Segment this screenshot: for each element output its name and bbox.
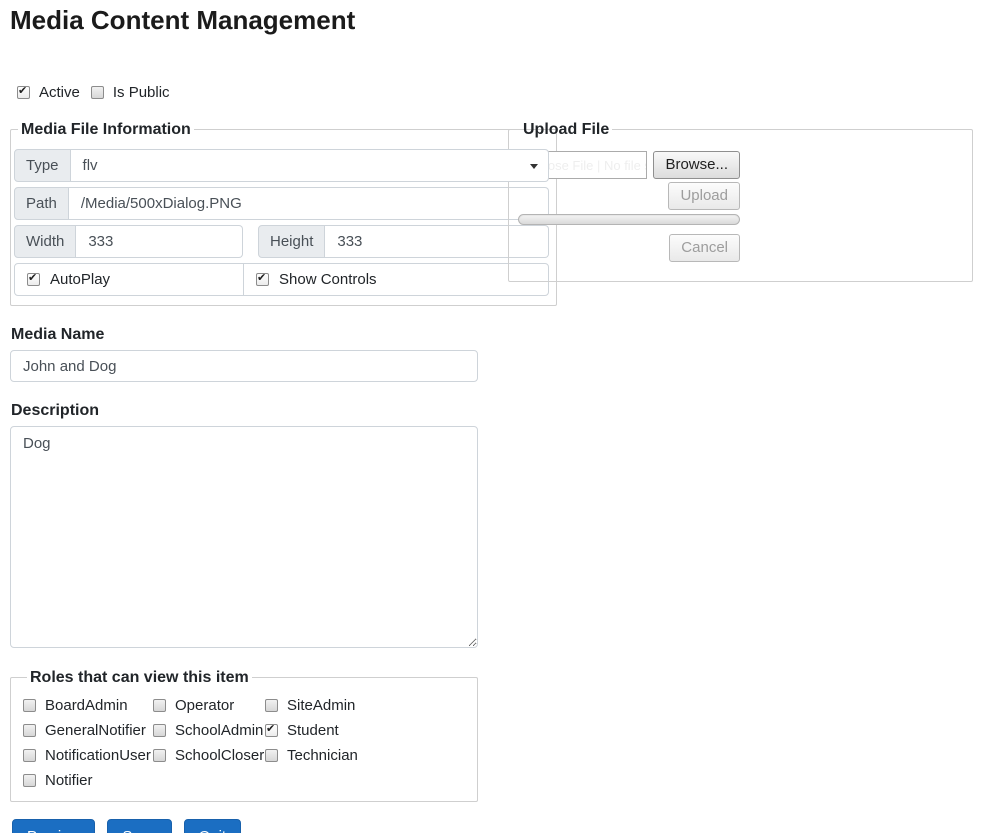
- is-public-checkbox-field[interactable]: Is Public: [91, 84, 170, 101]
- upload-progress-bar: [518, 214, 740, 225]
- quit-button[interactable]: Quit: [184, 819, 242, 833]
- role-checkbox[interactable]: [23, 724, 36, 737]
- role-item-student[interactable]: Student: [265, 722, 469, 739]
- browse-button[interactable]: Browse...: [653, 151, 740, 179]
- top-checkbox-row: Active Is Public: [10, 84, 973, 101]
- cancel-button[interactable]: Cancel: [669, 234, 740, 262]
- show-controls-checkbox-field[interactable]: Show Controls: [243, 263, 549, 296]
- height-input-group: Height: [258, 225, 549, 258]
- active-label: Active: [39, 84, 80, 101]
- path-input-group: Path: [14, 187, 549, 220]
- role-checkbox[interactable]: [153, 749, 166, 762]
- role-checkbox[interactable]: [23, 749, 36, 762]
- autoplay-checkbox-field[interactable]: AutoPlay: [14, 263, 244, 296]
- role-item-siteadmin[interactable]: SiteAdmin: [265, 697, 469, 714]
- show-controls-checkbox[interactable]: [256, 273, 269, 286]
- type-label: Type: [14, 149, 71, 182]
- role-checkbox[interactable]: [153, 699, 166, 712]
- role-checkbox[interactable]: [153, 724, 166, 737]
- role-label: Technician: [287, 747, 358, 764]
- action-buttons-row: Preview Save Quit: [10, 819, 478, 833]
- active-checkbox-field[interactable]: Active: [17, 84, 80, 101]
- width-input-group: Width: [14, 225, 243, 258]
- playback-options-row: AutoPlay Show Controls: [14, 263, 549, 296]
- upload-file-legend: Upload File: [520, 120, 612, 139]
- autoplay-checkbox[interactable]: [27, 273, 40, 286]
- role-item-operator[interactable]: Operator: [153, 697, 265, 714]
- role-item-schoolcloser[interactable]: SchoolCloser: [153, 747, 265, 764]
- role-item-notificationuser[interactable]: NotificationUser: [23, 747, 153, 764]
- path-label: Path: [14, 187, 69, 220]
- left-column: Media File Information Type flv Path Wid…: [10, 120, 478, 833]
- active-checkbox[interactable]: [17, 86, 30, 99]
- is-public-checkbox[interactable]: [91, 86, 104, 99]
- role-label: Student: [287, 722, 339, 739]
- cancel-button-row: Cancel: [517, 234, 740, 262]
- chevron-down-icon: [530, 164, 538, 169]
- autoplay-label: AutoPlay: [50, 271, 110, 288]
- role-item-notifier[interactable]: Notifier: [23, 772, 153, 789]
- type-select[interactable]: flv: [71, 149, 550, 182]
- media-name-input[interactable]: [10, 350, 478, 382]
- media-file-information-legend: Media File Information: [18, 120, 194, 139]
- preview-button[interactable]: Preview: [12, 819, 95, 833]
- role-label: Operator: [175, 697, 234, 714]
- save-button[interactable]: Save: [107, 819, 171, 833]
- role-checkbox[interactable]: [265, 699, 278, 712]
- role-label: SchoolAdmin: [175, 722, 263, 739]
- right-column: Upload File Choose File | No file select…: [508, 120, 973, 282]
- role-label: SchoolCloser: [175, 747, 264, 764]
- role-checkbox[interactable]: [23, 774, 36, 787]
- role-label: SiteAdmin: [287, 697, 355, 714]
- upload-button[interactable]: Upload: [668, 182, 740, 210]
- role-label: GeneralNotifier: [45, 722, 146, 739]
- media-file-information-fieldset: Media File Information Type flv Path Wid…: [10, 120, 557, 306]
- file-select-row: Choose File | No file selected Browse...: [517, 151, 740, 179]
- roles-fieldset: Roles that can view this item BoardAdmin…: [10, 668, 478, 802]
- roles-grid: BoardAdmin Operator SiteAdmin GeneralNotifi…: [23, 697, 469, 789]
- role-item-boardadmin[interactable]: BoardAdmin: [23, 697, 153, 714]
- width-input[interactable]: [76, 225, 243, 258]
- roles-legend: Roles that can view this item: [27, 668, 252, 687]
- role-item-schooladmin[interactable]: SchoolAdmin: [153, 722, 265, 739]
- width-label: Width: [14, 225, 76, 258]
- role-label: Notifier: [45, 772, 93, 789]
- page-title: Media Content Management: [10, 5, 973, 36]
- upload-controls: Choose File | No file selected Browse...…: [517, 151, 740, 262]
- role-item-generalnotifier[interactable]: GeneralNotifier: [23, 722, 153, 739]
- type-select-value: flv: [83, 157, 98, 174]
- upload-file-fieldset: Upload File Choose File | No file select…: [508, 120, 973, 282]
- role-label: NotificationUser: [45, 747, 151, 764]
- role-label: BoardAdmin: [45, 697, 128, 714]
- is-public-label: Is Public: [113, 84, 170, 101]
- upload-button-row: Upload: [517, 182, 740, 210]
- role-checkbox[interactable]: [265, 724, 278, 737]
- description-textarea[interactable]: Dog: [10, 426, 478, 648]
- description-label: Description: [11, 402, 478, 420]
- media-name-label: Media Name: [11, 326, 478, 344]
- path-input[interactable]: [69, 187, 550, 220]
- role-checkbox[interactable]: [265, 749, 278, 762]
- main-columns: Media File Information Type flv Path Wid…: [10, 120, 973, 833]
- role-item-technician[interactable]: Technician: [265, 747, 469, 764]
- media-content-management-page: Media Content Management Active Is Publi…: [0, 0, 984, 833]
- role-checkbox[interactable]: [23, 699, 36, 712]
- dimensions-row: Width Height: [14, 225, 549, 258]
- show-controls-label: Show Controls: [279, 271, 377, 288]
- height-label: Height: [258, 225, 325, 258]
- type-input-group: Type flv: [14, 149, 549, 182]
